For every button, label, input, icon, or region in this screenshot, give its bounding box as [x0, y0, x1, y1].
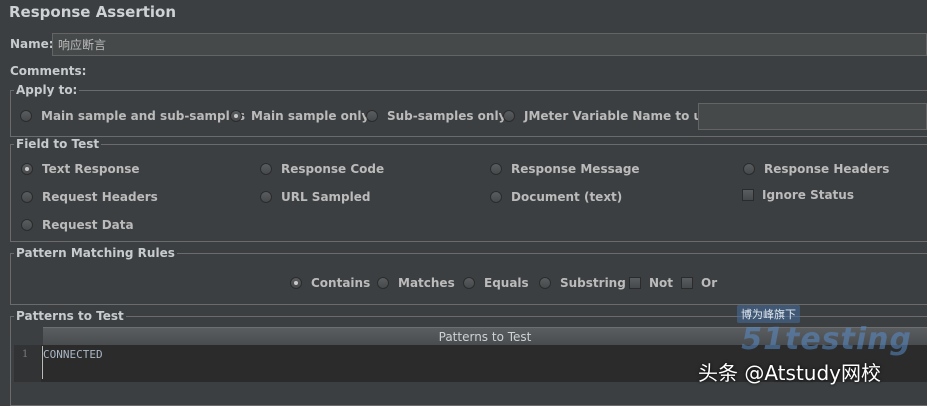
radio-button-icon[interactable]: [20, 110, 32, 122]
name-input[interactable]: [52, 33, 927, 56]
watermark-badge: 博为峰旗下: [737, 305, 800, 323]
radio-button-selected-icon[interactable]: [290, 277, 302, 289]
watermark-logo: 51testing: [741, 322, 912, 357]
radio-button-icon[interactable]: [21, 191, 33, 203]
radio-sub-samples-only[interactable]: Sub-samples only: [366, 109, 506, 123]
checkbox-icon[interactable]: [742, 189, 754, 201]
radio-matches[interactable]: Matches: [377, 276, 455, 290]
jmeter-variable-input[interactable]: [698, 103, 927, 130]
pattern-matching-rules-legend: Pattern Matching Rules: [14, 246, 177, 260]
radio-url-sampled[interactable]: URL Sampled: [260, 190, 370, 204]
radio-button-icon[interactable]: [463, 277, 475, 289]
radio-button-icon[interactable]: [21, 219, 33, 231]
radio-response-message[interactable]: Response Message: [490, 162, 640, 176]
radio-document-text[interactable]: Document (text): [490, 190, 622, 204]
radio-response-code[interactable]: Response Code: [260, 162, 384, 176]
radio-button-icon[interactable]: [539, 277, 551, 289]
text-caret: [42, 346, 43, 379]
radio-button-selected-icon[interactable]: [21, 163, 33, 175]
radio-button-icon[interactable]: [490, 163, 502, 175]
ignore-status-checkbox[interactable]: Ignore Status: [742, 188, 854, 202]
pattern-text[interactable]: CONNECTED: [43, 348, 103, 361]
panel-title: Response Assertion: [9, 3, 177, 21]
radio-button-selected-icon[interactable]: [230, 110, 242, 122]
radio-contains[interactable]: Contains: [290, 276, 370, 290]
not-checkbox[interactable]: Not: [629, 276, 673, 290]
radio-response-headers[interactable]: Response Headers: [743, 162, 889, 176]
name-label: Name:: [10, 37, 54, 51]
checkbox-icon[interactable]: [681, 277, 693, 289]
patterns-to-test-legend: Patterns to Test: [14, 309, 126, 323]
comments-field[interactable]: [78, 61, 927, 80]
radio-button-icon[interactable]: [260, 163, 272, 175]
radio-main-and-sub-samples[interactable]: Main sample and sub-samples: [20, 109, 245, 123]
radio-equals[interactable]: Equals: [463, 276, 529, 290]
checkbox-icon[interactable]: [629, 277, 641, 289]
radio-button-icon[interactable]: [260, 191, 272, 203]
radio-main-sample-only[interactable]: Main sample only: [230, 109, 369, 123]
radio-request-headers[interactable]: Request Headers: [21, 190, 158, 204]
field-to-test-legend: Field to Test: [14, 137, 102, 151]
radio-jmeter-variable[interactable]: JMeter Variable Name to use: [503, 109, 717, 123]
radio-text-response[interactable]: Text Response: [21, 162, 140, 176]
watermark-credit: 头条 @Atstudy网校: [698, 361, 881, 385]
apply-to-legend: Apply to:: [14, 83, 80, 97]
radio-button-icon[interactable]: [743, 163, 755, 175]
radio-request-data[interactable]: Request Data: [21, 218, 134, 232]
radio-button-icon[interactable]: [377, 277, 389, 289]
radio-button-icon[interactable]: [503, 110, 515, 122]
or-checkbox[interactable]: Or: [681, 276, 717, 290]
radio-button-icon[interactable]: [366, 110, 378, 122]
line-number: 1: [22, 349, 29, 360]
radio-substring[interactable]: Substring: [539, 276, 626, 290]
radio-button-icon[interactable]: [490, 191, 502, 203]
comments-label: Comments:: [10, 64, 87, 78]
